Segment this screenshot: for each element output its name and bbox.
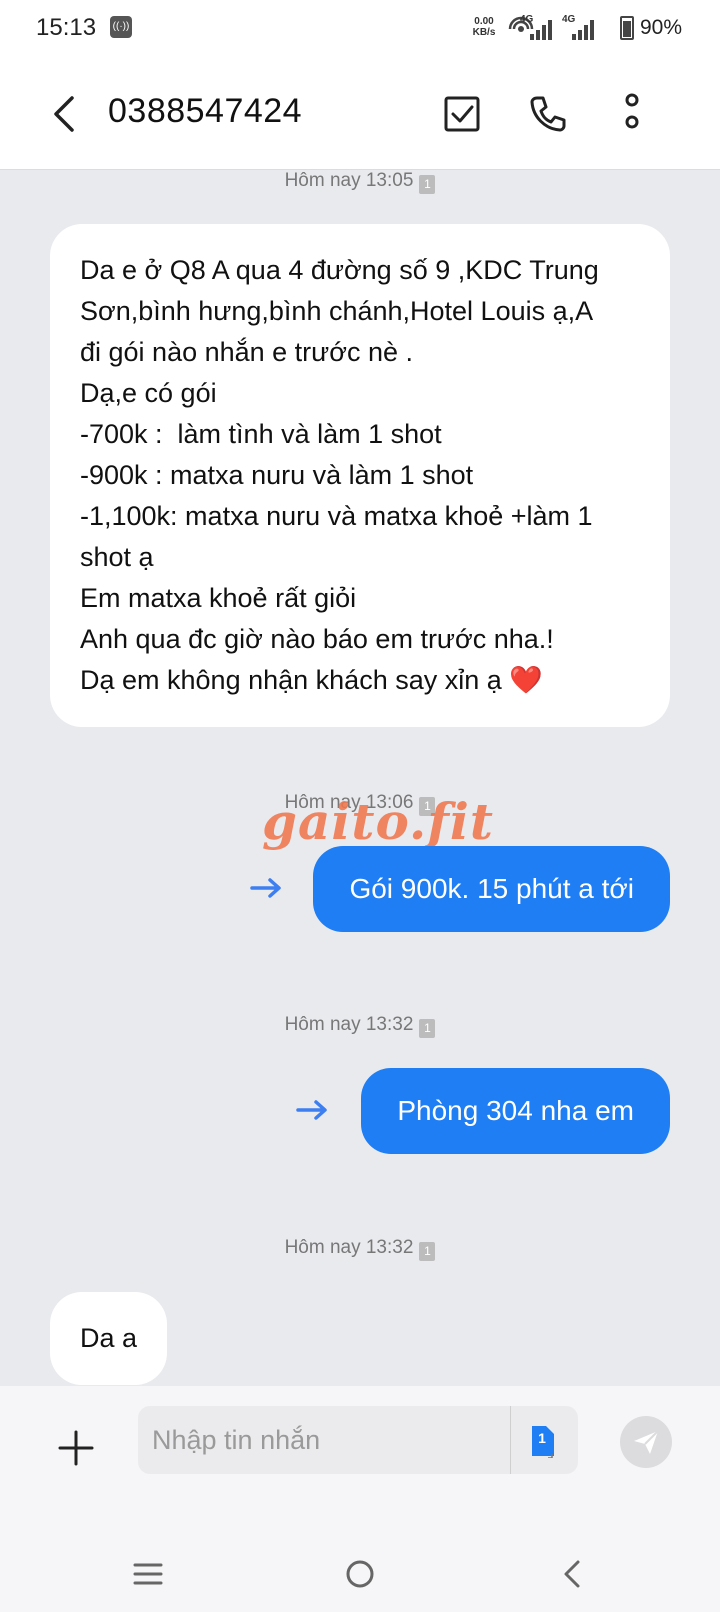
status-bar: 15:13 ((·)) 0.00 KB/s 4G 4G 90% [0,0,720,58]
divider [510,1406,511,1474]
incoming-message-bubble[interactable]: Da a [50,1292,168,1385]
sim-icon: 1 [419,175,436,194]
forward-arrow-icon [250,878,281,898]
menu-nav-icon[interactable] [128,1554,168,1594]
sim-select-button[interactable]: 1 [528,1424,556,1459]
sim-label: 1 [538,1430,546,1446]
more-vert-icon[interactable] [608,90,656,138]
outgoing-message-bubble[interactable]: Phòng 304 nha em [361,1068,670,1154]
incoming-message-bubble[interactable]: Da e ở Q8 A qua 4 đường số 9 ,KDC Trung … [50,224,670,727]
select-checkbox-icon[interactable] [438,90,486,138]
outgoing-message-bubble[interactable]: Gói 900k. 15 phút a tới [313,846,670,932]
add-attachment-icon[interactable] [56,1428,96,1468]
sim-icon: 1 [419,1242,436,1261]
back-icon[interactable] [46,94,86,134]
send-icon [634,1430,659,1454]
send-button[interactable] [620,1416,672,1468]
hotspot-icon: ((·)) [110,16,132,38]
status-time: 15:13 [36,14,97,41]
contact-number: 0388547424 [108,92,303,130]
system-nav-bar [0,1532,720,1612]
timestamp-text: Hôm nay 13:32 [284,1014,414,1035]
timestamp-text: Hôm nay 13:05 [284,170,414,191]
network-speed-value: 0.00 [474,16,494,27]
timestamp-text: Hôm nay 13:32 [284,1237,414,1258]
message-timestamp: Hôm nay 13:05 1 [0,170,720,194]
sim-icon: 1 [419,1019,436,1038]
home-nav-icon[interactable] [340,1554,380,1594]
battery-percent: 90% [640,16,683,39]
battery-icon [620,16,634,40]
message-input-container: 1 [138,1406,578,1474]
app-bar: 0388547424 [0,58,720,170]
forward-arrow-icon [296,1100,327,1120]
conversation[interactable]: Hôm nay 13:05 1 Da e ở Q8 A qua 4 đường s… [0,170,720,1386]
back-nav-icon[interactable] [552,1554,592,1594]
network-speed: 0.00 KB/s [464,16,504,38]
message-composer: 1 [0,1386,720,1612]
message-timestamp: Hôm nay 13:32 1 [0,1237,720,1261]
message-input[interactable] [152,1406,492,1474]
message-timestamp: Hôm nay 13:32 1 [0,1014,720,1038]
phone-icon[interactable] [524,90,572,138]
watermark: gaito.fit [262,792,494,851]
network-speed-unit: KB/s [472,27,496,38]
